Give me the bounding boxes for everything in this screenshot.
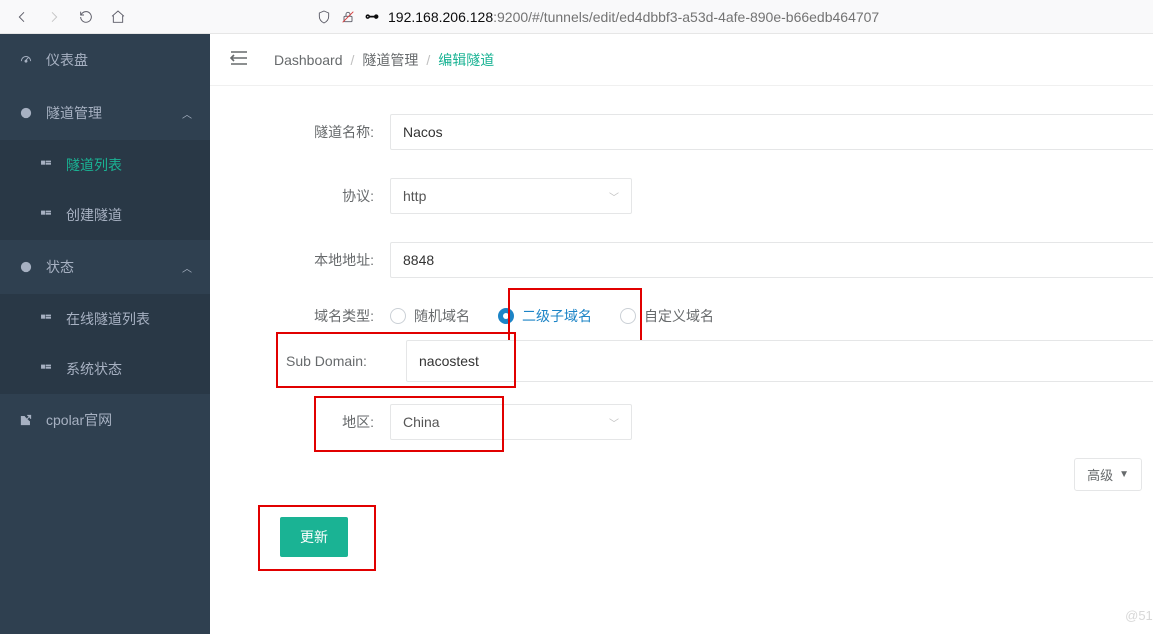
reload-button[interactable] (72, 3, 100, 31)
row-domain-type: 域名类型: 随机域名 二级子域名 自定义域名 (260, 306, 1153, 326)
shield-icon (316, 9, 332, 25)
radio-label: 二级子域名 (522, 306, 592, 326)
label-local-addr: 本地地址: (260, 250, 390, 270)
radio-secondary-domain[interactable]: 二级子域名 (498, 306, 592, 326)
url-text: 192.168.206.128:9200/#/tunnels/edit/ed4d… (388, 9, 879, 25)
proto-value: http (403, 188, 426, 204)
radio-icon (498, 308, 514, 324)
sidebar-item-create-tunnel[interactable]: 创建隧道 (0, 190, 210, 240)
local-addr-input[interactable] (390, 242, 1153, 278)
advanced-label: 高级 (1087, 465, 1113, 484)
radio-icon (620, 308, 636, 324)
radio-random-domain[interactable]: 随机域名 (390, 306, 470, 326)
local-addr-field[interactable] (403, 252, 1153, 268)
chevron-up-icon: ︿ (182, 106, 192, 121)
watermark: @51CTO博客 (1125, 605, 1153, 624)
url-bar[interactable]: ⊶ 192.168.206.128:9200/#/tunnels/edit/ed… (316, 3, 1145, 31)
list-icon (38, 311, 54, 327)
chevron-down-icon: ﹀ (609, 189, 619, 204)
domain-type-radio-group: 随机域名 二级子域名 自定义域名 (390, 306, 714, 326)
sidebar-item-label: cpolar官网 (46, 410, 112, 430)
radio-label: 随机域名 (414, 306, 470, 326)
list-icon (38, 361, 54, 377)
row-region: 地区: China ﹀ (260, 404, 1153, 440)
sidebar-item-tunnel-list[interactable]: 隧道列表 (0, 140, 210, 190)
label-region: 地区: (260, 412, 390, 432)
label-sub-domain: Sub Domain: (260, 353, 406, 369)
tunnel-name-input[interactable] (390, 114, 1153, 150)
list-icon (38, 207, 54, 223)
sidebar-item-system-status[interactable]: 系统状态 (0, 344, 210, 394)
menu-toggle-icon[interactable] (230, 51, 248, 68)
radio-icon (390, 308, 406, 324)
row-sub-domain: Sub Domain: (260, 340, 1153, 382)
row-proto: 协议: http ﹀ (260, 178, 1153, 214)
sidebar-item-label: 状态 (46, 257, 74, 277)
proto-select[interactable]: http ﹀ (390, 178, 632, 214)
sidebar-group-status[interactable]: 状态 ︿ (0, 240, 210, 294)
update-button[interactable]: 更新 (280, 517, 348, 557)
app-shell: 仪表盘 隧道管理 ︿ 隧道列表 创建隧道 状态 ︿ (0, 34, 1153, 634)
key-icon: ⊶ (364, 9, 380, 25)
sidebar-item-label: 系统状态 (66, 359, 122, 379)
circle-plus-icon (18, 105, 34, 121)
lock-strike-icon (340, 9, 356, 25)
advanced-button[interactable]: 高级 ▼ (1074, 458, 1142, 491)
sidebar-item-label: 隧道管理 (46, 103, 102, 123)
label-domain-type: 域名类型: (260, 306, 390, 326)
sidebar-item-label: 仪表盘 (46, 50, 88, 70)
crumb-tunnel-mgmt[interactable]: 隧道管理 (362, 50, 418, 70)
sidebar-item-label: 在线隧道列表 (66, 309, 150, 329)
main-panel: Dashboard / 隧道管理 / 编辑隧道 隧道名称: 协议: http ﹀ (210, 34, 1153, 634)
home-button[interactable] (104, 3, 132, 31)
radio-label: 自定义域名 (644, 306, 714, 326)
sub-domain-input[interactable] (406, 340, 1153, 382)
sidebar-item-cpolar-site[interactable]: cpolar官网 (0, 394, 210, 446)
sidebar-item-dashboard[interactable]: 仪表盘 (0, 34, 210, 86)
forward-button[interactable] (40, 3, 68, 31)
object-icon (18, 259, 34, 275)
sub-domain-field[interactable] (419, 353, 1153, 369)
list-icon (38, 157, 54, 173)
breadcrumb: Dashboard / 隧道管理 / 编辑隧道 (210, 34, 1153, 86)
crumb-dashboard[interactable]: Dashboard (274, 52, 343, 68)
region-select[interactable]: China ﹀ (390, 404, 632, 440)
sidebar: 仪表盘 隧道管理 ︿ 隧道列表 创建隧道 状态 ︿ (0, 34, 210, 634)
label-proto: 协议: (260, 186, 390, 206)
region-value: China (403, 414, 440, 430)
form-area: 隧道名称: 协议: http ﹀ 本地地址: 域名类型: (210, 86, 1153, 597)
radio-custom-domain[interactable]: 自定义域名 (620, 306, 714, 326)
gauge-icon (18, 52, 34, 68)
external-link-icon (18, 412, 34, 428)
label-name: 隧道名称: (260, 122, 390, 142)
sidebar-item-label: 创建隧道 (66, 205, 122, 225)
sidebar-group-tunnel-mgmt[interactable]: 隧道管理 ︿ (0, 86, 210, 140)
caret-down-icon: ▼ (1119, 469, 1129, 480)
row-local-addr: 本地地址: (260, 242, 1153, 278)
tunnel-name-field[interactable] (403, 124, 1153, 140)
chevron-down-icon: ﹀ (609, 415, 619, 430)
chevron-up-icon: ︿ (182, 260, 192, 275)
sidebar-item-online-tunnels[interactable]: 在线隧道列表 (0, 294, 210, 344)
browser-chrome: ⊶ 192.168.206.128:9200/#/tunnels/edit/ed… (0, 0, 1153, 34)
row-name: 隧道名称: (260, 114, 1153, 150)
crumb-edit-tunnel: 编辑隧道 (438, 50, 494, 70)
sidebar-item-label: 隧道列表 (66, 155, 122, 175)
back-button[interactable] (8, 3, 36, 31)
